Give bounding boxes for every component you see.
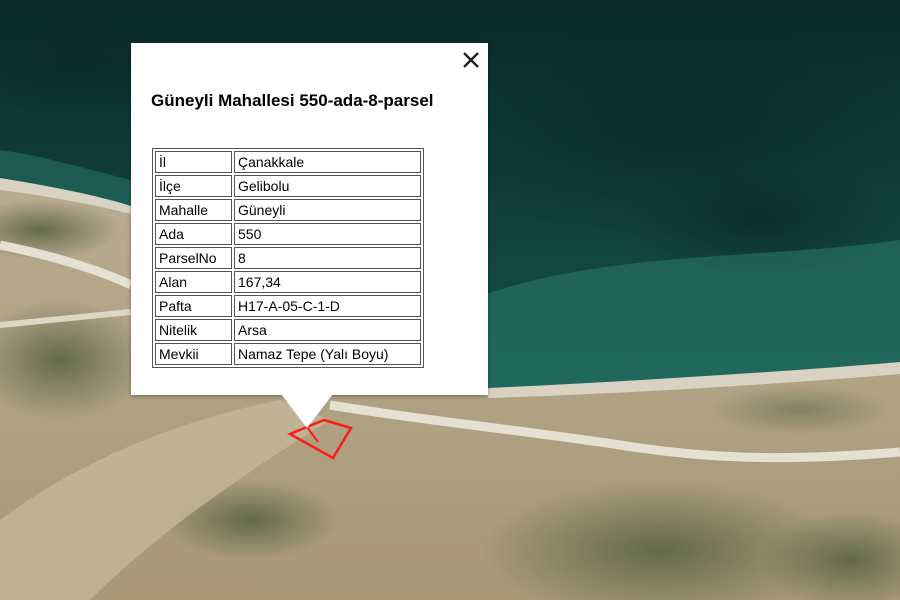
close-icon[interactable] [460,49,482,71]
row-key: Nitelik [155,319,232,341]
table-row: İl Çanakkale [155,151,421,173]
row-value: H17-A-05-C-1-D [234,295,421,317]
row-value: Gelibolu [234,175,421,197]
table-row: Alan 167,34 [155,271,421,293]
parcel-info-popup: Güneyli Mahallesi 550-ada-8-parsel İl Ça… [131,43,488,428]
table-row: Mahalle Güneyli [155,199,421,221]
table-row: Nitelik Arsa [155,319,421,341]
popup-title: Güneyli Mahallesi 550-ada-8-parsel [151,91,434,110]
table-row: Pafta H17-A-05-C-1-D [155,295,421,317]
table-row: İlçe Gelibolu [155,175,421,197]
row-value: 550 [234,223,421,245]
row-value: 8 [234,247,421,269]
row-key: Mahalle [155,199,232,221]
row-value: Güneyli [234,199,421,221]
row-key: İlçe [155,175,232,197]
row-key: Mevkii [155,343,232,365]
row-value: Namaz Tepe (Yalı Boyu) [234,343,421,365]
row-key: İl [155,151,232,173]
popup-tail [281,394,333,428]
row-value: Arsa [234,319,421,341]
row-key: ParselNo [155,247,232,269]
row-value: Çanakkale [234,151,421,173]
row-key: Alan [155,271,232,293]
row-key: Ada [155,223,232,245]
table-row: ParselNo 8 [155,247,421,269]
table-row: Ada 550 [155,223,421,245]
parcel-info-table: İl Çanakkale İlçe Gelibolu Mahalle Güney… [152,148,424,368]
row-value: 167,34 [234,271,421,293]
row-key: Pafta [155,295,232,317]
vegetation [710,385,890,435]
table-row: Mevkii Namaz Tepe (Yalı Boyu) [155,343,421,365]
